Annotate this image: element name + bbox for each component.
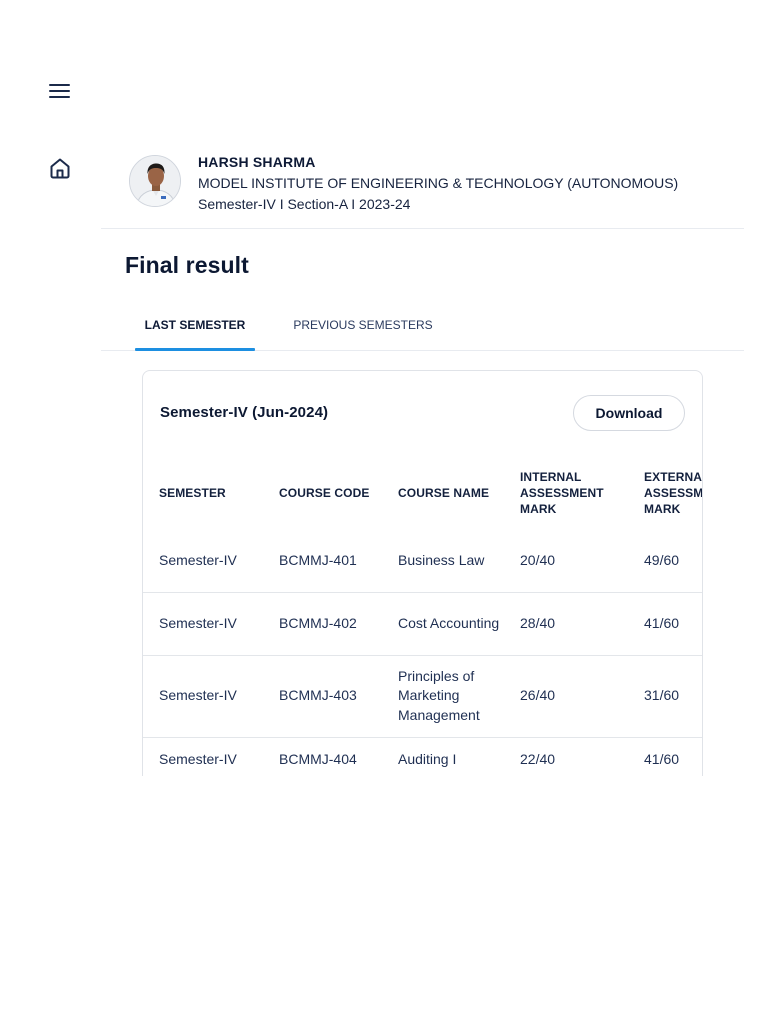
cell-external-mark: 41/60 (628, 736, 702, 776)
cell-course-name: Auditing I (382, 736, 504, 776)
home-icon[interactable] (44, 152, 76, 184)
cell-external-mark: 31/60 (628, 654, 702, 737)
cell-semester: Semester-IV (143, 654, 263, 737)
cell-course-name: Cost Accounting (382, 591, 504, 655)
cell-internal-mark: 22/40 (504, 736, 628, 776)
table-row: Semester-IV BCMMJ-403 Principles of Mark… (143, 654, 702, 737)
cell-course-code: BCMMJ-402 (263, 591, 382, 655)
cell-course-code: BCMMJ-403 (263, 654, 382, 737)
tab-previous-semesters[interactable]: PREVIOUS SEMESTERS (289, 300, 437, 350)
header-internal-mark: INTERNAL ASSESSMENT MARK (520, 470, 604, 516)
cell-internal-mark: 26/40 (504, 654, 628, 737)
header-semester: SEMESTER (159, 486, 226, 500)
profile-details: HARSH SHARMA MODEL INSTITUTE OF ENGINEER… (198, 152, 678, 215)
cell-external-mark: 49/60 (644, 552, 680, 568)
cell-internal-mark: 28/40 (504, 591, 628, 655)
table-row: Semester-IV BCMMJ-404 Auditing I 22/40 4… (143, 736, 702, 776)
table-row: Semester-IV BCMMJ-402 Cost Accounting 28… (143, 591, 702, 655)
cell-semester: Semester-IV (143, 736, 263, 776)
header-course-code: COURSE CODE (279, 486, 370, 500)
cell-external-mark: 41/60 (628, 591, 702, 655)
student-profile-header: HARSH SHARMA MODEL INSTITUTE OF ENGINEER… (129, 152, 678, 215)
semester-section-year: Semester-IV I Section-A I 2023-24 (198, 196, 411, 212)
student-name: HARSH SHARMA (198, 154, 316, 170)
semester-result-card: Semester-IV (Jun-2024) Download SEMESTER… (142, 370, 703, 776)
cell-course-code: BCMMJ-404 (263, 736, 382, 776)
page-title: Final result (125, 252, 249, 278)
results-table: SEMESTER COURSE CODE COURSE NAME INTERNA… (143, 456, 703, 776)
header-divider (101, 228, 744, 229)
cell-course-code: BCMMJ-401 (279, 552, 357, 568)
download-button[interactable]: Download (573, 395, 685, 431)
cell-semester: Semester-IV (143, 591, 263, 655)
cell-semester: Semester-IV (159, 552, 237, 568)
table-row: Semester-IV BCMMJ-401 Business Law 20/40… (143, 530, 702, 592)
header-external-mark: EXTERNAL ASSESSMENT MARK (644, 470, 703, 516)
cell-course-name: Principles of Marketing Management (382, 654, 504, 737)
card-title: Semester-IV (Jun-2024) (160, 404, 329, 421)
cell-course-name: Business Law (398, 552, 485, 568)
table-header-row: SEMESTER COURSE CODE COURSE NAME INTERNA… (143, 456, 703, 530)
hamburger-menu-icon[interactable] (44, 75, 76, 107)
tab-last-semester[interactable]: LAST SEMESTER (135, 300, 255, 351)
result-tabs: LAST SEMESTER PREVIOUS SEMESTERS (101, 300, 744, 351)
institute-name: MODEL INSTITUTE OF ENGINEERING & TECHNOL… (198, 175, 679, 191)
page: HARSH SHARMA MODEL INSTITUTE OF ENGINEER… (0, 0, 768, 1024)
student-avatar (129, 155, 181, 207)
cell-internal-mark: 20/40 (520, 552, 556, 568)
header-course-name: COURSE NAME (398, 486, 490, 500)
